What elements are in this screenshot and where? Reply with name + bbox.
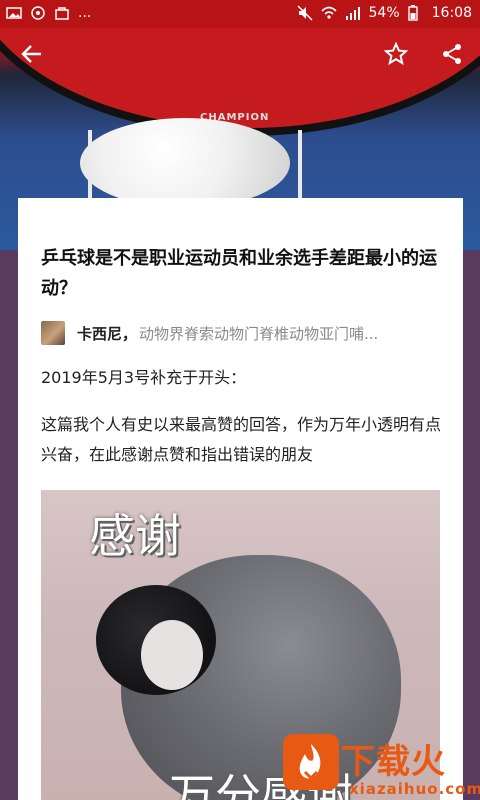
toolbar [0, 28, 480, 84]
watermark-url: xiazaihuo.com [349, 780, 480, 798]
watermark-logo-text: 下载火 [341, 742, 446, 782]
article-title: 乒乓球是不是职业运动员和业余选手差距最小的运动？ [41, 248, 437, 299]
mute-icon [296, 5, 313, 21]
watermark: 下载火 xiazaihuo.com [283, 734, 480, 800]
star-icon [383, 41, 409, 70]
author-bio: 动物界脊索动物门脊椎动物亚门哺... [139, 324, 379, 343]
favorite-button[interactable] [378, 38, 414, 74]
paragraph-intro: 这篇我个人有史以来最高赞的回答，作为万年小透明有点兴奋，在此感谢点赞和指出错误的… [41, 415, 442, 464]
paragraph-update-note: 2019年5月3号补充于开头： [41, 368, 247, 387]
sync-notification-icon [30, 5, 46, 21]
back-button[interactable] [14, 38, 50, 74]
article-card: 乒乓球是不是职业运动员和业余选手差距最小的运动？ 卡西尼， 动物界脊索动物门脊椎… [18, 198, 463, 800]
wifi-icon [320, 5, 337, 21]
author-row[interactable]: 卡西尼， 动物界脊索动物门脊椎动物亚门哺... [41, 320, 451, 346]
ping-pong-ball [80, 118, 290, 208]
status-bar: ... 54% 16:08 [0, 0, 480, 28]
clock: 16:08 [431, 5, 472, 21]
back-arrow-icon [21, 43, 43, 69]
avatar[interactable] [41, 321, 65, 345]
author-name[interactable]: 卡西尼， [77, 323, 137, 344]
penguin-face [141, 620, 203, 690]
watermark-logo-icon [283, 734, 339, 790]
image-caption-top: 感谢 [89, 509, 181, 563]
share-icon [441, 43, 463, 69]
battery-icon [407, 5, 424, 21]
share-button[interactable] [434, 38, 470, 74]
battery-percent: 54% [368, 5, 400, 21]
signal-icon [345, 5, 361, 21]
bag-notification-icon [54, 5, 70, 21]
image-notification-icon [6, 5, 22, 21]
more-notifications: ... [78, 5, 92, 21]
